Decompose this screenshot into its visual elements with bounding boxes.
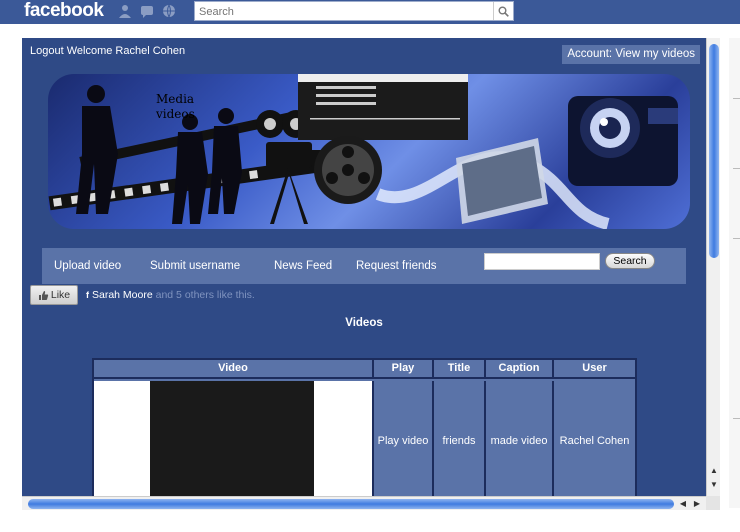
scrollbar-corner	[706, 496, 720, 510]
scroll-up-arrow-icon[interactable]: ▲	[709, 466, 719, 476]
header-search	[194, 1, 514, 21]
logout-welcome[interactable]: Logout Welcome Rachel Cohen	[30, 45, 185, 57]
table-header-user: User	[554, 360, 635, 379]
header-search-button[interactable]	[493, 2, 513, 20]
horizontal-scrollbar[interactable]: ◀ ▶	[22, 496, 706, 510]
edge-rule	[733, 238, 740, 239]
media-banner: Media videos	[48, 74, 690, 229]
horizontal-scroll-thumb[interactable]	[28, 499, 674, 509]
video-frame-right	[314, 381, 372, 496]
account-view-videos-link[interactable]: Account: View my videos	[562, 45, 700, 64]
table-header-caption: Caption	[486, 360, 554, 379]
video-caption-cell: made video	[486, 381, 554, 496]
header-search-input[interactable]	[195, 3, 491, 21]
scroll-down-arrow-icon[interactable]: ▼	[709, 480, 719, 490]
facebook-header: facebook	[0, 0, 740, 24]
edge-rule	[733, 168, 740, 169]
banner-label: Media videos	[156, 92, 195, 122]
nav-search-input[interactable]	[484, 253, 600, 270]
video-player[interactable]	[150, 381, 314, 496]
table-header-video: Video	[94, 360, 374, 379]
search-icon	[498, 6, 509, 17]
like-button[interactable]: Like	[30, 285, 78, 305]
facebook-logo[interactable]: facebook	[24, 0, 104, 22]
facebook-f-icon: f	[86, 290, 89, 300]
nav-news-feed[interactable]: News Feed	[274, 248, 332, 284]
like-button-label: Like	[50, 289, 71, 301]
banner-artwork	[48, 74, 678, 229]
edge-rule	[733, 98, 740, 99]
nav-request-friends[interactable]: Request friends	[356, 248, 437, 284]
like-friend-name[interactable]: Sarah Moore	[92, 289, 153, 301]
app-canvas: Logout Welcome Rachel Cohen Account: Vie…	[22, 38, 706, 496]
play-video-link[interactable]: Play video	[374, 381, 434, 496]
notifications-icon[interactable]	[162, 4, 176, 18]
table-header-play: Play	[374, 360, 434, 379]
like-others-text: and 5 others like this.	[152, 289, 255, 301]
videos-table: Video Play Title Caption User Play video…	[92, 358, 637, 496]
vertical-scrollbar[interactable]: ▲ ▼	[706, 38, 720, 496]
table-header-title: Title	[434, 360, 486, 379]
messages-icon[interactable]	[140, 4, 154, 18]
video-user-cell[interactable]: Rachel Cohen	[554, 381, 635, 496]
vertical-scroll-thumb[interactable]	[709, 44, 719, 258]
thumbs-up-icon	[38, 290, 49, 300]
page-right-edge	[729, 38, 740, 508]
banner-label-media: Media	[156, 92, 195, 106]
video-title-cell: friends	[434, 381, 486, 496]
like-summary: f Sarah Moore and 5 others like this.	[86, 289, 255, 301]
scroll-left-arrow-icon[interactable]: ◀	[678, 499, 688, 509]
friends-icon[interactable]	[118, 4, 132, 18]
banner-label-videos: videos	[156, 107, 195, 121]
nav-search-button[interactable]: Search	[605, 253, 655, 269]
nav-upload-video[interactable]: Upload video	[54, 248, 121, 284]
scroll-right-arrow-icon[interactable]: ▶	[692, 499, 702, 509]
video-frame-left	[94, 381, 150, 496]
videos-section-title: Videos	[345, 317, 383, 329]
edge-rule	[733, 418, 740, 419]
header-icons	[118, 4, 176, 18]
app-nav: Upload video Submit username News Feed R…	[42, 248, 686, 284]
nav-submit-username[interactable]: Submit username	[150, 248, 240, 284]
